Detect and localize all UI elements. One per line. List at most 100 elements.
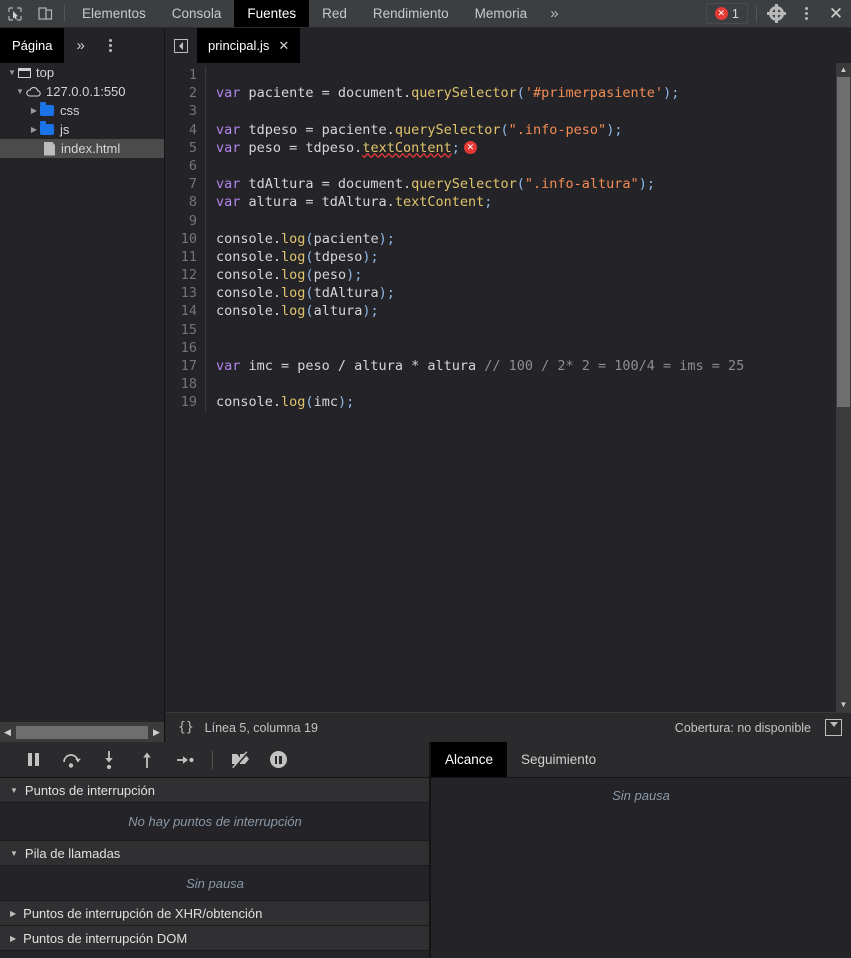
line-number[interactable]: 7 (166, 175, 206, 194)
line-number[interactable]: 5 (166, 138, 206, 157)
tab-consola[interactable]: Consola (159, 0, 235, 27)
line-number[interactable]: 3 (166, 102, 206, 121)
line-number[interactable]: 16 (166, 338, 206, 357)
step-over-button[interactable] (60, 749, 82, 771)
file-navigator-tree[interactable]: ▼ top ▼ 127.0.0.1:550 ▶ css ▶ js index.h… (0, 63, 165, 722)
code-line[interactable]: 15 (166, 320, 836, 339)
code-line[interactable]: 10 console.log(paciente); (166, 229, 836, 248)
line-number[interactable]: 11 (166, 247, 206, 267)
line-number[interactable]: 19 (166, 393, 206, 412)
code-line[interactable]: 2 var paciente = document.querySelector('… (166, 84, 836, 103)
tab-elementos[interactable]: Elementos (69, 0, 159, 27)
step-button[interactable] (174, 749, 196, 771)
subtab-pagina[interactable]: Página (0, 28, 65, 63)
code-line[interactable]: 9 (166, 211, 836, 230)
tree-item-top[interactable]: ▼ top (0, 63, 164, 82)
collapse-sidebar-icon[interactable] (165, 28, 197, 63)
navigator-kebab-menu-icon[interactable] (97, 28, 124, 63)
tab-rendimiento[interactable]: Rendimiento (360, 0, 462, 27)
pretty-print-icon[interactable]: {} (166, 720, 205, 735)
section-header-breakpoints[interactable]: ▼ Puntos de interrupción (0, 778, 430, 803)
code-line[interactable]: 4 var tdpeso = paciente.querySelector(".i… (166, 120, 836, 139)
chevron-down-icon[interactable]: ▼ (14, 87, 26, 96)
device-toolbar-icon[interactable] (30, 0, 60, 27)
tree-item-js[interactable]: ▶ js (0, 120, 164, 139)
code-editor[interactable]: 1 2 var paciente = document.querySelector(… (166, 63, 836, 712)
line-number[interactable]: 17 (166, 357, 206, 376)
scrollbar-thumb[interactable] (16, 725, 148, 739)
code-lines[interactable]: 1 2 var paciente = document.querySelector(… (166, 63, 836, 712)
tab-memoria[interactable]: Memoria (462, 0, 541, 27)
code-line[interactable]: 16 (166, 338, 836, 357)
navigator-more-tabs-icon[interactable]: » (64, 28, 96, 63)
inline-error-icon[interactable]: ✕ (463, 141, 477, 155)
code-line[interactable]: 12 console.log(peso); (166, 266, 836, 285)
step-out-button[interactable] (136, 749, 158, 771)
code-line[interactable]: 14 console.log(altura); (166, 302, 836, 321)
deactivate-breakpoints-button[interactable] (229, 749, 251, 771)
scroll-down-icon[interactable]: ▼ (836, 698, 851, 712)
code-text[interactable]: console.log(tdpeso); (216, 248, 379, 266)
code-line[interactable]: 1 (166, 66, 836, 85)
code-line[interactable]: 3 (166, 102, 836, 121)
line-number[interactable]: 18 (166, 375, 206, 394)
line-number[interactable]: 10 (166, 229, 206, 248)
tree-item-index-html[interactable]: index.html (0, 139, 164, 158)
section-header-xhr-breakpoints[interactable]: ▶ Puntos de interrupción de XHR/obtenció… (0, 901, 430, 926)
pause-on-exceptions-button[interactable] (267, 749, 289, 771)
code-text[interactable]: console.log(paciente); (216, 230, 395, 248)
line-number[interactable]: 15 (166, 320, 206, 339)
scroll-right-icon[interactable]: ▶ (149, 727, 164, 738)
step-into-button[interactable] (98, 749, 120, 771)
tab-alcance[interactable]: Alcance (431, 742, 508, 777)
chevron-right-icon[interactable]: ▶ (28, 125, 40, 134)
tab-seguimiento[interactable]: Seguimiento (507, 742, 610, 777)
gear-icon[interactable] (761, 0, 791, 27)
section-header-call-stack[interactable]: ▼ Pila de llamadas (0, 841, 430, 866)
code-text[interactable]: var altura = tdAltura.textContent; (216, 193, 492, 211)
editor-tab-principal-js[interactable]: principal.js ✕ (197, 28, 301, 63)
chevron-right-icon[interactable]: ▶ (10, 909, 16, 918)
line-number[interactable]: 12 (166, 266, 206, 285)
tree-item-css[interactable]: ▶ css (0, 101, 164, 120)
resume-button[interactable] (22, 749, 44, 771)
code-line[interactable]: 19 console.log(imc); (166, 393, 836, 412)
code-line[interactable]: 11 console.log(tdpeso); (166, 247, 836, 267)
code-text[interactable]: var tdpeso = paciente.querySelector(".in… (216, 121, 622, 139)
code-line[interactable]: 8 var altura = tdAltura.textContent; (166, 193, 836, 212)
code-text[interactable]: var peso = tdpeso.textContent; ✕ (216, 139, 477, 157)
section-header-dom-breakpoints[interactable]: ▶ Puntos de interrupción DOM (0, 926, 430, 951)
editor-vertical-scrollbar[interactable]: ▲ ▼ (836, 63, 851, 712)
code-line[interactable]: 5 var peso = tdpeso.textContent; ✕ (166, 138, 836, 157)
more-tabs-icon[interactable]: » (540, 0, 568, 27)
show-drawer-icon[interactable] (825, 719, 842, 736)
inspect-element-icon[interactable] (0, 0, 30, 27)
scrollbar-thumb[interactable] (837, 77, 850, 407)
chevron-right-icon[interactable]: ▶ (10, 934, 16, 943)
chevron-right-icon[interactable]: ▶ (28, 106, 40, 115)
line-number[interactable]: 2 (166, 84, 206, 103)
close-icon[interactable]: ✕ (821, 0, 851, 27)
line-number[interactable]: 9 (166, 211, 206, 230)
kebab-menu-icon[interactable] (791, 0, 821, 27)
code-text[interactable]: console.log(altura); (216, 302, 379, 320)
scroll-left-icon[interactable]: ◀ (0, 727, 15, 738)
code-text[interactable]: var paciente = document.querySelector('#… (216, 84, 679, 102)
close-tab-icon[interactable]: ✕ (278, 38, 289, 54)
chevron-down-icon[interactable]: ▼ (10, 849, 18, 858)
code-line[interactable]: 13 console.log(tdAltura); (166, 284, 836, 303)
line-number[interactable]: 1 (166, 66, 206, 85)
line-number[interactable]: 14 (166, 302, 206, 321)
line-number[interactable]: 13 (166, 284, 206, 303)
chevron-down-icon[interactable]: ▼ (10, 786, 18, 795)
navigator-horizontal-scrollbar[interactable]: ◀ ▶ (0, 722, 165, 742)
code-line[interactable]: 17 var imc = peso / altura * altura // 10… (166, 357, 836, 376)
code-text[interactable]: console.log(tdAltura); (216, 284, 395, 302)
code-text[interactable]: console.log(imc); (216, 393, 354, 411)
tab-fuentes[interactable]: Fuentes (234, 0, 310, 27)
line-number[interactable]: 4 (166, 120, 206, 139)
scroll-up-icon[interactable]: ▲ (836, 63, 851, 77)
tree-item-origin[interactable]: ▼ 127.0.0.1:550 (0, 82, 164, 101)
line-number[interactable]: 6 (166, 156, 206, 176)
code-text[interactable]: var tdAltura = document.querySelector(".… (216, 175, 655, 193)
